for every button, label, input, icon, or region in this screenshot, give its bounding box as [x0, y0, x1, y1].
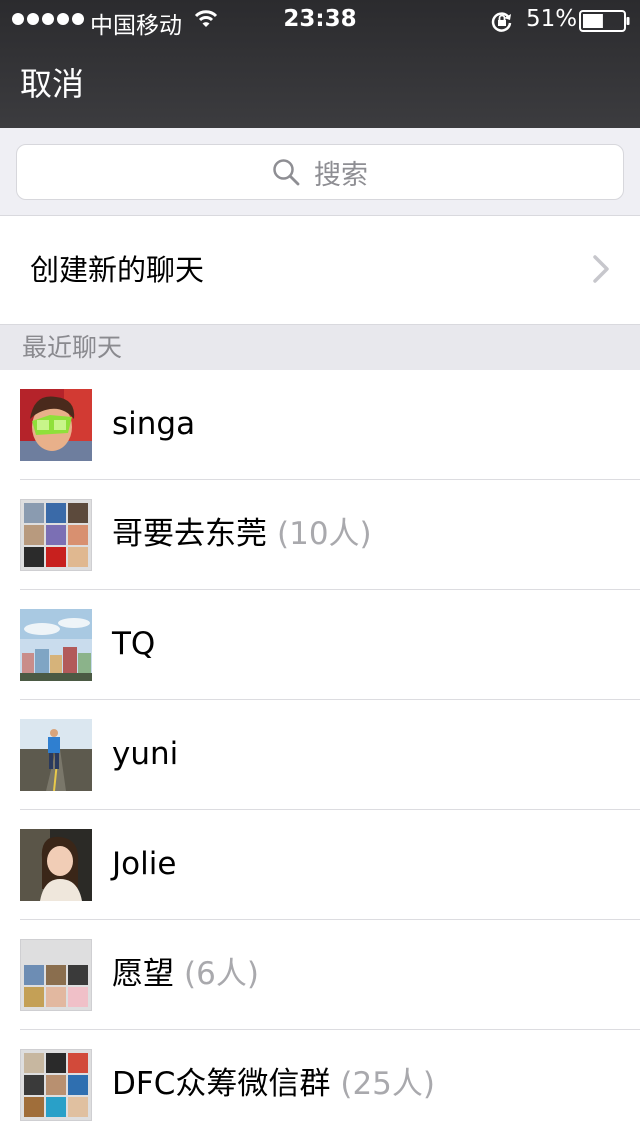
battery-icon [579, 10, 630, 32]
chat-name: Jolie [112, 846, 177, 882]
status-bar: 中国移动 23:38 51% [0, 0, 640, 40]
chat-name: TQ [112, 626, 156, 662]
header: 中国移动 23:38 51% 取消 [0, 0, 640, 128]
create-new-chat-label: 创建新的聊天 [30, 253, 205, 287]
chat-row[interactable]: TQ [0, 590, 640, 700]
section-header: 最近聊天 [0, 325, 640, 370]
chat-member-count: (25人) [340, 1066, 435, 1102]
chat-name: yuni [112, 736, 179, 772]
create-new-chat-button[interactable]: 创建新的聊天 [0, 216, 640, 325]
screen: 中国移动 23:38 51% 取消 搜索 创建新的聊天 最近聊天 singa 哥… [0, 0, 640, 1136]
rotation-lock-icon [491, 12, 512, 32]
avatar [20, 609, 92, 681]
group-avatar [20, 939, 92, 1011]
avatar [20, 389, 92, 461]
group-avatar [20, 1049, 92, 1121]
search-icon [273, 159, 300, 186]
cancel-button[interactable]: 取消 [20, 62, 84, 106]
chat-row[interactable]: DFC众筹微信群 (25人) [0, 1030, 640, 1136]
chevron-right-icon [593, 255, 609, 283]
search-placeholder: 搜索 [314, 159, 368, 191]
chat-row[interactable]: Jolie [0, 810, 640, 920]
section-title: 最近聊天 [22, 333, 123, 362]
chat-name: 哥要去东莞 [112, 516, 267, 552]
chat-name: singa [112, 406, 196, 442]
nav-bar: 取消 [0, 40, 640, 128]
battery-percentage: 51% [526, 6, 578, 32]
chat-row[interactable]: yuni [0, 700, 640, 810]
search-area: 搜索 [0, 128, 640, 216]
chat-member-count: (10人) [277, 516, 372, 552]
chat-name: DFC众筹微信群 [112, 1066, 331, 1102]
chat-row[interactable]: 愿望 (6人) [0, 920, 640, 1030]
chat-row[interactable]: singa [0, 370, 640, 480]
search-input[interactable]: 搜索 [16, 144, 624, 200]
group-avatar [20, 499, 92, 571]
recent-chat-list: singa 哥要去东莞 (10人) TQ yuni Jolie 愿望 (6人) … [0, 370, 640, 1136]
chat-member-count: (6人) [184, 956, 259, 992]
chat-name: 愿望 [112, 956, 174, 992]
avatar [20, 719, 92, 791]
avatar [20, 829, 92, 901]
chat-row[interactable]: 哥要去东莞 (10人) [0, 480, 640, 590]
